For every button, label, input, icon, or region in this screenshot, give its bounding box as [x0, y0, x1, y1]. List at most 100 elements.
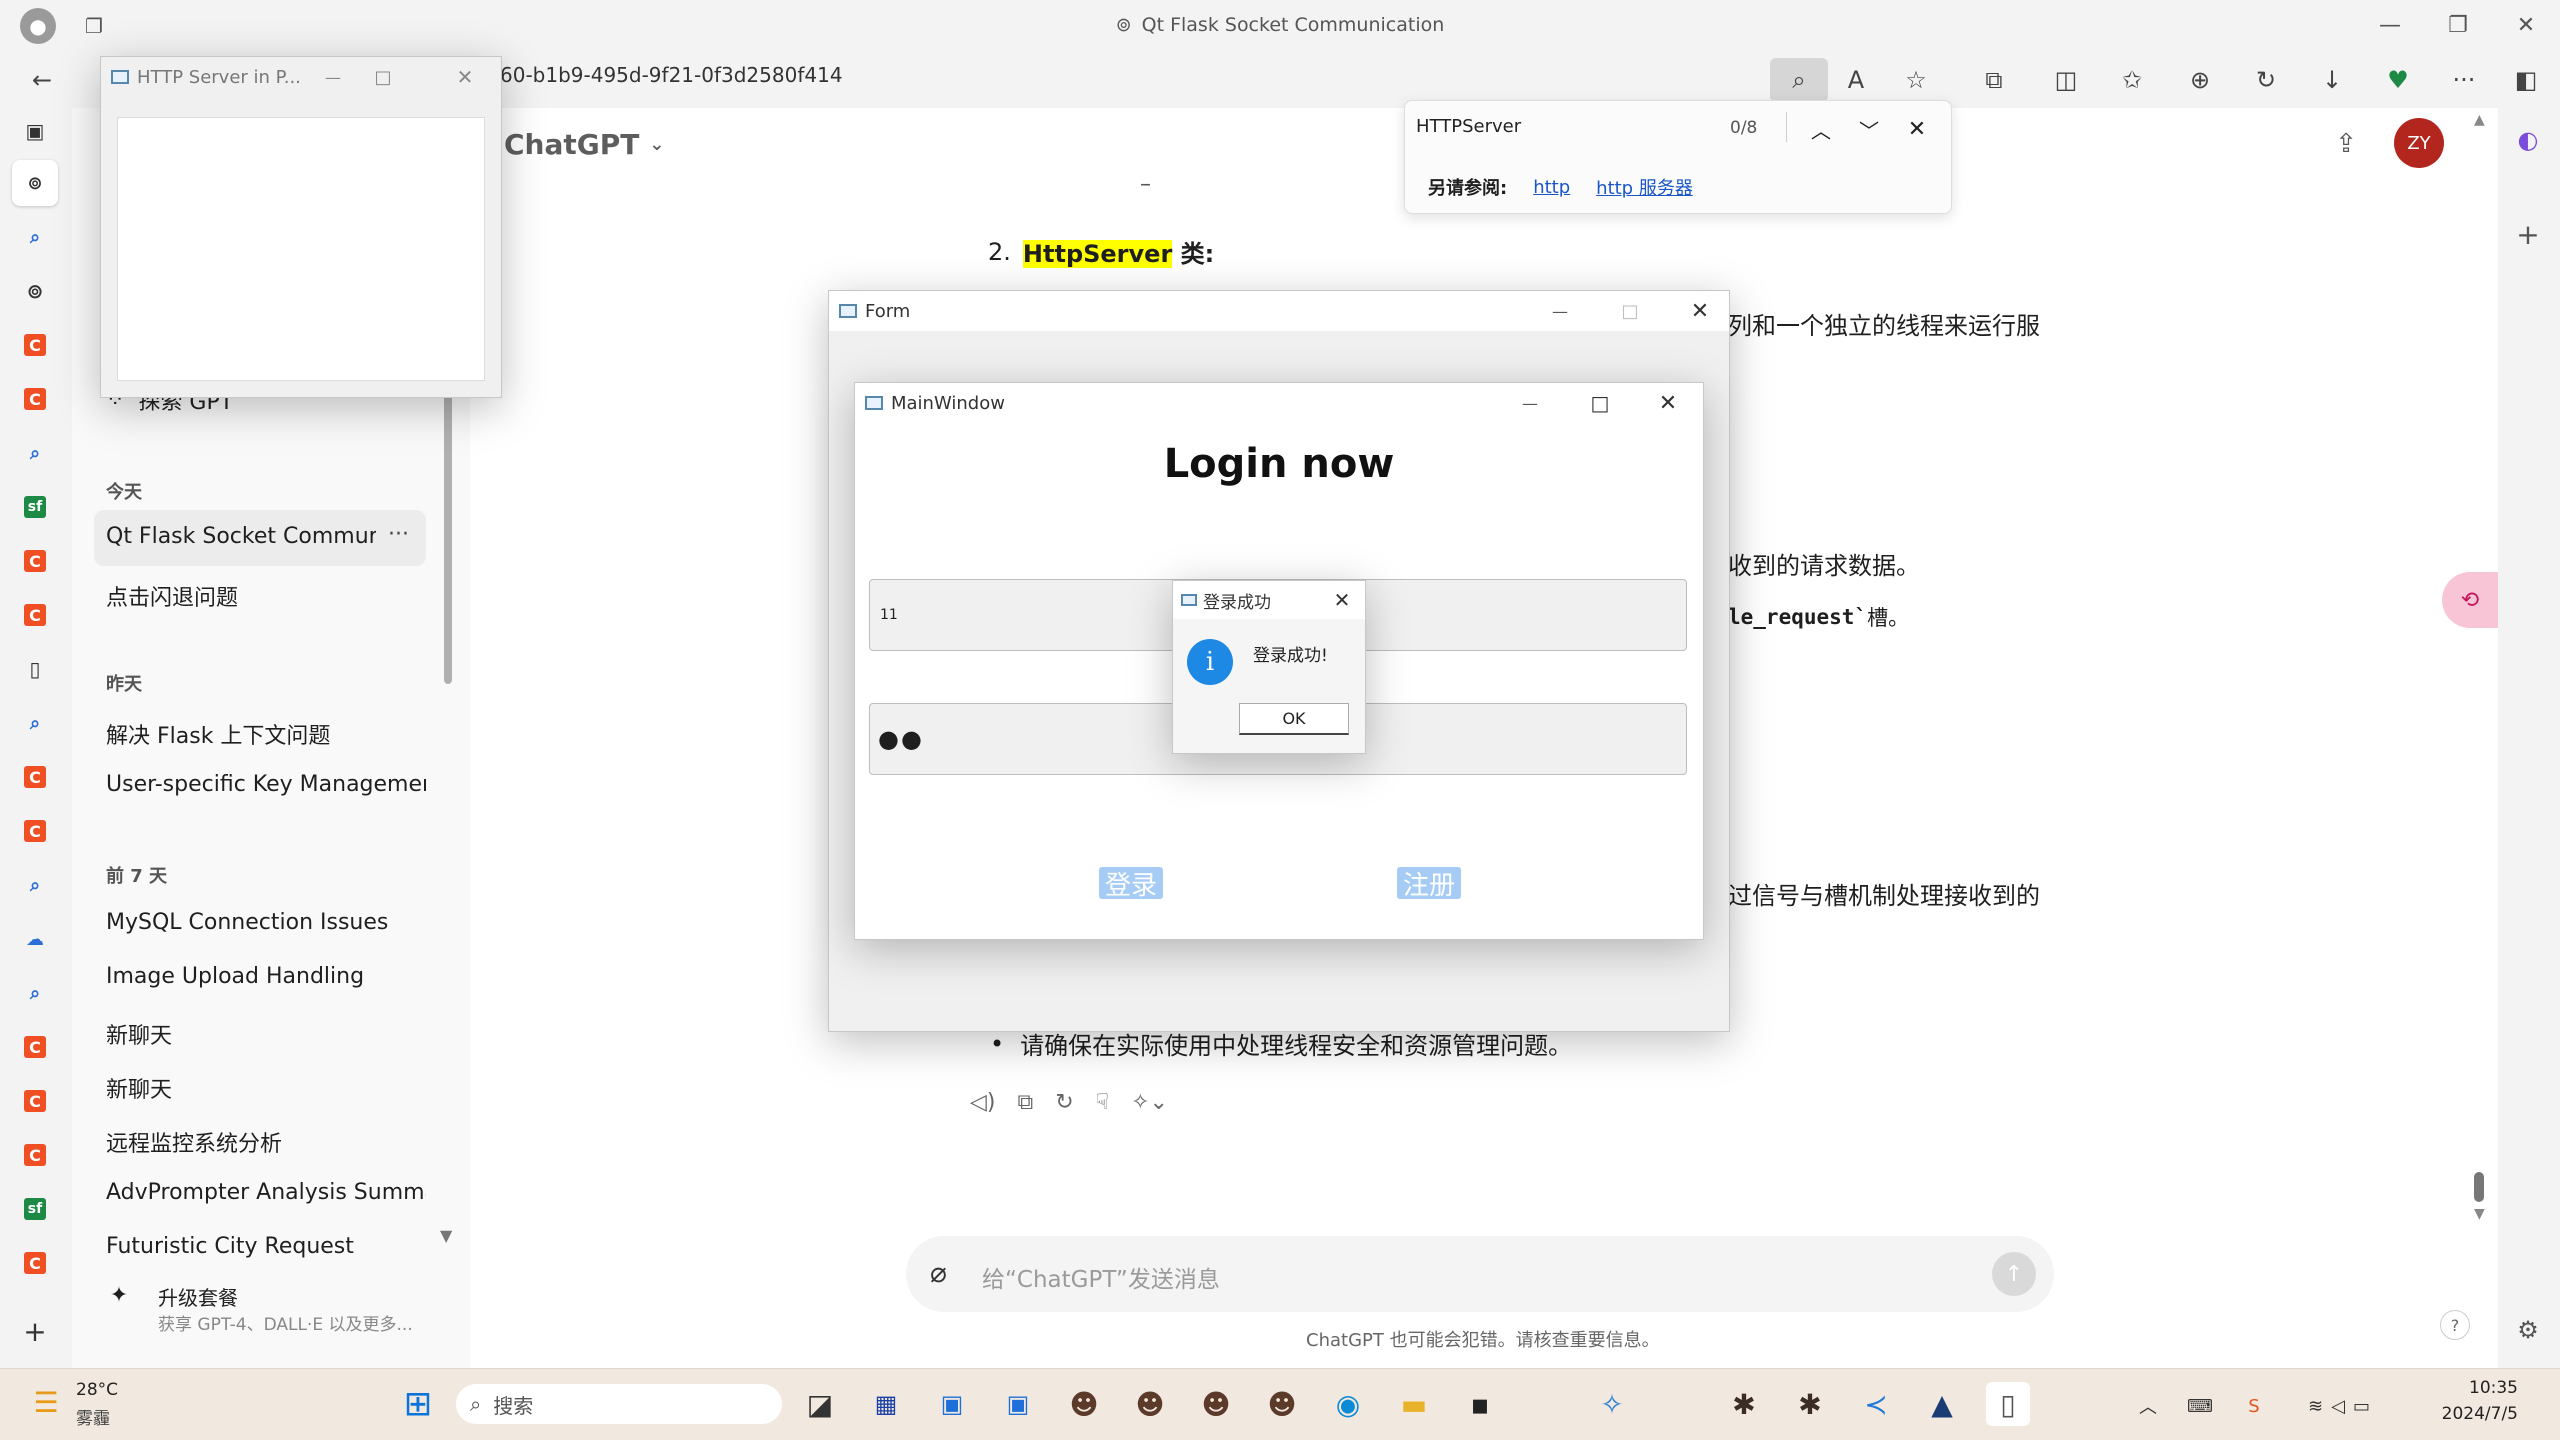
- sogou-ime-icon[interactable]: S: [2236, 1388, 2272, 1424]
- app-icon[interactable]: ▦: [864, 1382, 908, 1426]
- attach-icon[interactable]: ⌀: [930, 1256, 947, 1289]
- login-button[interactable]: 登录: [1099, 867, 1163, 901]
- restore-button[interactable]: ❐: [2424, 0, 2492, 50]
- copy-icon[interactable]: ⧉: [1018, 1090, 1034, 1115]
- regenerate-icon[interactable]: ↻: [1055, 1090, 1073, 1115]
- help-icon[interactable]: ?: [2440, 1310, 2470, 1340]
- csdn-tab-icon[interactable]: C: [24, 388, 46, 410]
- terminal-icon[interactable]: ▪: [1458, 1382, 1502, 1426]
- back-icon[interactable]: ←: [20, 58, 64, 102]
- maximize-button[interactable]: □: [1575, 387, 1625, 419]
- find-prev-icon[interactable]: ︿: [1802, 110, 1840, 148]
- notepad-icon[interactable]: ▯: [1986, 1382, 2030, 1426]
- see-also-link[interactable]: http: [1533, 177, 1570, 198]
- csdn-tab-icon[interactable]: C: [24, 1252, 46, 1274]
- scroll-down-icon[interactable]: ▼: [440, 1226, 452, 1245]
- search-tab-icon[interactable]: ⌕: [12, 430, 58, 476]
- app-icon[interactable]: ✱: [1788, 1382, 1832, 1426]
- chat-item[interactable]: 远程监控系统分析: [106, 1126, 426, 1158]
- csdn-tab-icon[interactable]: C: [24, 1036, 46, 1058]
- search-tab-icon[interactable]: ⌕: [12, 700, 58, 746]
- find-on-page-icon[interactable]: ⌕: [1770, 58, 1828, 102]
- ok-button[interactable]: OK: [1239, 703, 1349, 735]
- more-options-icon[interactable]: ···: [388, 522, 409, 547]
- split-screen-icon[interactable]: ◫: [2044, 58, 2088, 102]
- start-windows-icon[interactable]: ⊞: [396, 1382, 440, 1426]
- csdn-tab-icon[interactable]: C: [24, 334, 46, 356]
- collections-icon[interactable]: ⊕: [2178, 58, 2222, 102]
- search-tab-icon[interactable]: ⌕: [12, 862, 58, 908]
- network-volume-battery[interactable]: ≋ ◁ ▭: [2294, 1388, 2384, 1424]
- clock-date[interactable]: 2024/7/5: [2420, 1404, 2518, 1424]
- csdn-tab-icon[interactable]: C: [24, 1144, 46, 1166]
- csdn-tab-icon[interactable]: C: [24, 766, 46, 788]
- favorite-star-icon[interactable]: ☆: [1894, 58, 1938, 102]
- model-selector[interactable]: ChatGPT ⌄: [504, 128, 664, 161]
- share-icon[interactable]: ⇪: [2326, 124, 2366, 164]
- minimize-button[interactable]: —: [313, 61, 353, 93]
- chat-item[interactable]: AdvPrompter Analysis Summa: [106, 1180, 426, 1205]
- chatgpt-tab-icon[interactable]: ⊚: [12, 160, 58, 206]
- find-close-icon[interactable]: ✕: [1898, 110, 1936, 148]
- upgrade-title[interactable]: 升级套餐: [158, 1282, 238, 1311]
- message-input[interactable]: 给“ChatGPT”发送消息: [982, 1260, 1220, 1294]
- segmentfault-tab-icon[interactable]: sf: [24, 1198, 46, 1220]
- close-button[interactable]: ✕: [1643, 387, 1693, 419]
- minimize-button[interactable]: —: [2356, 0, 2424, 50]
- tray-overflow-icon[interactable]: ︿: [2130, 1388, 2166, 1424]
- app-icon[interactable]: ✱: [1722, 1382, 1766, 1426]
- history-icon[interactable]: ↻: [2244, 58, 2288, 102]
- vscode-icon[interactable]: ≺: [1854, 1382, 1898, 1426]
- segmentfault-tab-icon[interactable]: sf: [24, 496, 46, 518]
- app-icon[interactable]: ▣: [996, 1382, 1040, 1426]
- sidebar-toggle-icon[interactable]: ◧: [2504, 58, 2548, 102]
- app-icon[interactable]: ▣: [930, 1382, 974, 1426]
- avatar[interactable]: ZY: [2394, 118, 2444, 168]
- workspaces-icon[interactable]: ❐: [76, 10, 112, 42]
- translate-icon[interactable]: ⟲: [2442, 572, 2498, 628]
- taskbar-search[interactable]: ⌕ 搜索: [456, 1384, 782, 1424]
- scroll-up-icon[interactable]: ▲: [2474, 112, 2485, 128]
- cloud-tab-icon[interactable]: ☁: [12, 916, 58, 962]
- app-icon[interactable]: ☻: [1260, 1382, 1304, 1426]
- weather-haze-icon[interactable]: ☰: [28, 1384, 64, 1420]
- csdn-tab-icon[interactable]: C: [24, 1090, 46, 1112]
- minimize-button[interactable]: —: [1535, 295, 1585, 327]
- see-also-link[interactable]: http 服务器: [1596, 174, 1693, 200]
- more-menu-icon[interactable]: ···: [2442, 58, 2486, 102]
- app-icon[interactable]: ☻: [1194, 1382, 1238, 1426]
- file-explorer-icon[interactable]: ▬: [1392, 1382, 1436, 1426]
- csdn-tab-icon[interactable]: C: [24, 550, 46, 572]
- thumbs-down-icon[interactable]: ☟: [1096, 1090, 1109, 1115]
- chat-item[interactable]: User-specific Key Managemen: [106, 772, 426, 797]
- favorites-icon[interactable]: ✩: [2110, 58, 2154, 102]
- copilot-icon[interactable]: ◐: [2510, 122, 2546, 158]
- close-button[interactable]: ✕: [1325, 585, 1359, 615]
- tab-actions-icon[interactable]: ▣: [12, 108, 58, 154]
- edge-browser-icon[interactable]: ◉: [1326, 1382, 1370, 1426]
- maximize-button[interactable]: □: [363, 61, 403, 93]
- profile-icon[interactable]: ●: [20, 8, 56, 44]
- model-switch-icon[interactable]: ✧⌄: [1131, 1090, 1168, 1115]
- close-button[interactable]: ✕: [2492, 0, 2560, 50]
- scroll-down-icon[interactable]: ▼: [2474, 1206, 2485, 1222]
- ime-icon[interactable]: ⌨: [2182, 1388, 2218, 1424]
- read-aloud-icon[interactable]: A: [1834, 58, 1878, 102]
- find-next-icon[interactable]: ﹀: [1850, 110, 1888, 148]
- csdn-tab-icon[interactable]: C: [24, 820, 46, 842]
- clock-time[interactable]: 10:35: [2446, 1378, 2518, 1398]
- app-icon[interactable]: ☻: [1062, 1382, 1106, 1426]
- minimize-button[interactable]: —: [1505, 387, 1555, 419]
- document-tab-icon[interactable]: ▯: [12, 646, 58, 692]
- register-button[interactable]: 注册: [1397, 867, 1461, 901]
- search-tab-icon[interactable]: ⌕: [12, 214, 58, 260]
- chat-item[interactable]: Futuristic City Request: [106, 1234, 426, 1258]
- new-tab-icon[interactable]: +: [12, 1308, 58, 1354]
- tab-icon[interactable]: ⊚: [12, 268, 58, 314]
- chat-item[interactable]: MySQL Connection Issues: [106, 910, 426, 935]
- search-tab-icon[interactable]: ⌕: [12, 970, 58, 1016]
- app-icon[interactable]: ☻: [1128, 1382, 1172, 1426]
- weather-temp[interactable]: 28°C: [76, 1380, 118, 1400]
- address-bar[interactable]: 60-b1b9-495d-9f21-0f3d2580f414: [500, 63, 843, 87]
- settings-gear-icon[interactable]: ⚙: [2510, 1312, 2546, 1348]
